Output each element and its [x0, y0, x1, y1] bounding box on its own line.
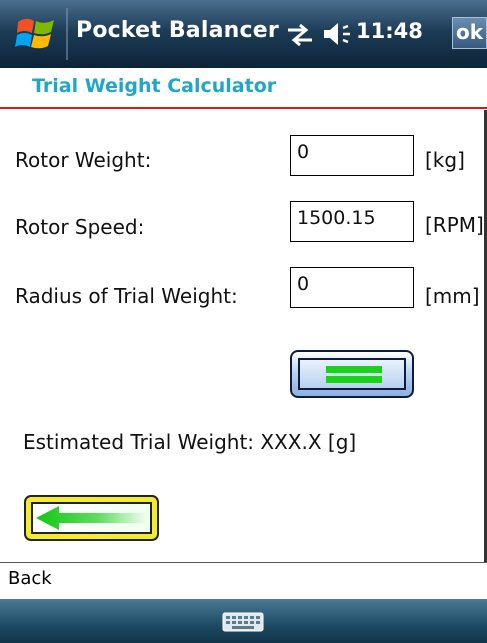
softkey-divider	[0, 562, 487, 563]
windows-start-icon[interactable]	[14, 12, 58, 56]
clock: 11:48	[356, 19, 423, 43]
equals-bar-bottom	[326, 376, 382, 383]
softkey-back[interactable]: Back	[8, 568, 52, 589]
rotor-weight-input[interactable]: 0	[290, 135, 414, 176]
page-title: Trial Weight Calculator	[32, 75, 277, 97]
title-bar: Pocket Balancer 11:48 ok	[0, 0, 487, 68]
estimated-trial-weight: Estimated Trial Weight: XXX.X [g]	[23, 430, 357, 454]
keyboard-icon[interactable]	[222, 612, 264, 632]
title-separator	[66, 8, 68, 60]
arrow-panel	[31, 502, 152, 534]
app-title: Pocket Balancer	[76, 18, 279, 43]
calculate-button[interactable]	[290, 350, 414, 398]
taskbar	[0, 599, 487, 643]
rotor-weight-label: Rotor Weight:	[15, 148, 152, 172]
equals-icon	[298, 358, 406, 390]
equals-bar-top	[326, 366, 382, 373]
header-divider	[0, 107, 487, 109]
volume-icon[interactable]	[322, 20, 352, 48]
arrow-left-icon	[36, 506, 148, 530]
back-arrow-button[interactable]	[24, 495, 159, 541]
rotor-speed-label: Rotor Speed:	[15, 215, 145, 239]
connectivity-icon[interactable]	[285, 22, 315, 48]
rotor-speed-input[interactable]: 1500.15	[290, 201, 414, 242]
trial-radius-unit: [mm]	[425, 284, 480, 308]
rotor-speed-unit: [RPM]	[425, 213, 484, 237]
trial-radius-label: Radius of Trial Weight:	[15, 284, 238, 308]
trial-radius-input[interactable]: 0	[290, 267, 414, 308]
rotor-weight-unit: [kg]	[425, 148, 465, 172]
ok-button[interactable]: ok	[452, 17, 487, 49]
